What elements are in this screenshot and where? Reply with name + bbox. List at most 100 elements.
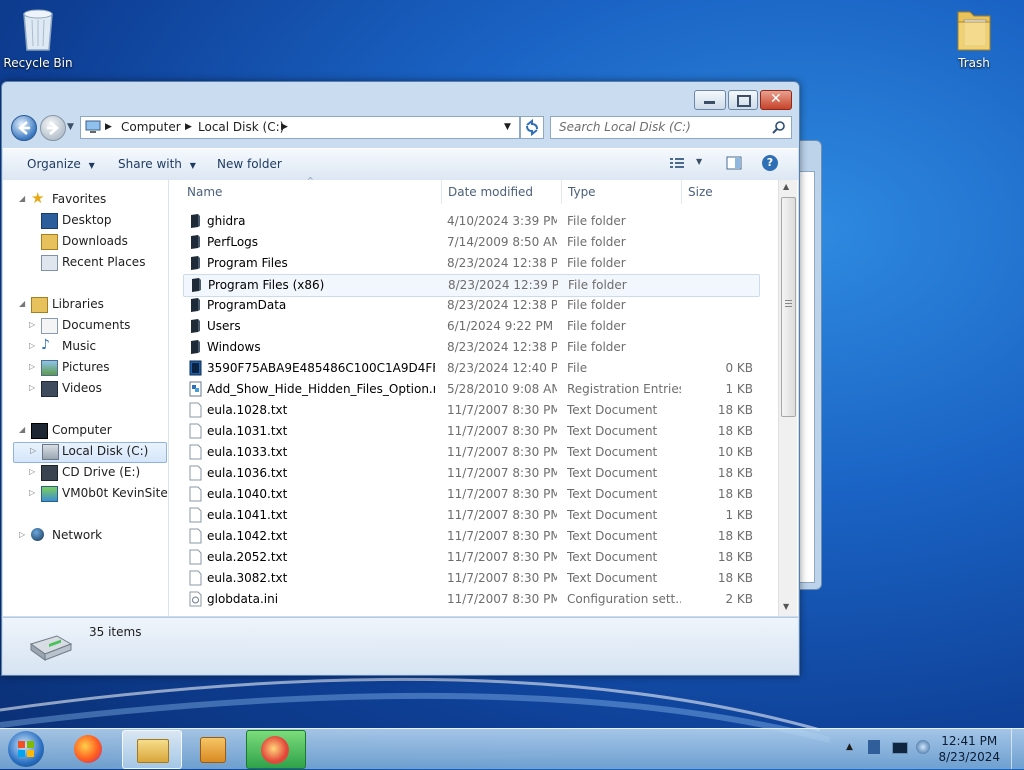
table-row[interactable]: eula.2052.txt 11/7/2007 8:30 PM Text Docum…	[183, 547, 758, 568]
table-row[interactable]: globdata.ini 11/7/2007 8:30 PM Configurati…	[183, 589, 758, 610]
table-row[interactable]: ProgramData 8/23/2024 12:38 PM File folder	[183, 295, 758, 316]
new-folder-label: New folder	[217, 157, 282, 171]
taskbar-explorer[interactable]	[122, 730, 182, 769]
computer-icon	[85, 120, 101, 133]
minimize-button[interactable]	[694, 90, 726, 110]
collapse-arrow-icon[interactable]: ▷	[29, 467, 35, 476]
show-desktop-button[interactable]	[1011, 729, 1024, 769]
trash-desktop-icon[interactable]: Trash	[939, 6, 1009, 70]
file-size: 10 KB	[717, 445, 753, 459]
computer-icon	[31, 423, 48, 439]
breadcrumb-local-disk[interactable]: Local Disk (C:)	[198, 120, 284, 134]
table-row[interactable]: eula.3082.txt 11/7/2007 8:30 PM Text Docum…	[183, 568, 758, 589]
file-name: ghidra	[207, 214, 246, 228]
new-folder-button[interactable]: New folder	[217, 157, 282, 171]
file-type: File folder	[567, 256, 626, 270]
vertical-scrollbar[interactable]: ▲ ▼	[778, 180, 797, 616]
collapse-arrow-icon[interactable]: ▷	[29, 383, 35, 392]
file-type: File folder	[567, 214, 626, 228]
nav-pictures-label: Pictures	[62, 360, 110, 374]
share-with-menu[interactable]: Share with ▼	[118, 157, 196, 171]
drive-icon	[29, 635, 73, 661]
collapse-arrow-icon[interactable]: ▷	[29, 488, 35, 497]
file-type: Text Document	[567, 571, 658, 585]
address-bar[interactable]: ▶ Computer ▶ Local Disk (C:) ▶ ▼	[80, 116, 520, 139]
details-view-icon	[670, 158, 684, 168]
search-input[interactable]: Search Local Disk (C:)	[550, 116, 792, 139]
file-date-modified: 11/7/2007 8:30 PM	[447, 550, 557, 564]
back-button[interactable]	[11, 115, 37, 141]
search-placeholder: Search Local Disk (C:)	[559, 120, 691, 134]
config-file-icon	[189, 591, 202, 607]
start-button[interactable]	[8, 731, 44, 767]
folder-icon	[189, 255, 202, 271]
help-button[interactable]: ?	[762, 155, 778, 171]
column-header-type[interactable]: Type	[562, 180, 682, 204]
file-type: Configuration sett...	[567, 592, 681, 606]
table-row[interactable]: Users 6/1/2024 9:22 PM File folder	[183, 316, 758, 337]
nav-local-disk[interactable]: ▷ Local Disk (C:)	[13, 442, 167, 463]
table-row[interactable]: eula.1031.txt 11/7/2007 8:30 PM Text Docum…	[183, 421, 758, 442]
column-header-date-modified[interactable]: Date modified	[442, 180, 562, 204]
display-icon[interactable]	[892, 742, 908, 754]
network-tray-icon[interactable]	[916, 740, 930, 754]
column-header-size[interactable]: Size	[682, 180, 762, 204]
scrollbar-thumb[interactable]	[781, 197, 796, 417]
file-size: 1 KB	[725, 508, 753, 522]
expand-arrow-icon[interactable]: ◢	[19, 194, 25, 203]
nav-local-disk-label: Local Disk (C:)	[62, 444, 149, 458]
collapse-arrow-icon[interactable]: ▷	[19, 530, 25, 539]
refresh-button[interactable]	[520, 116, 544, 139]
file-type: Text Document	[567, 529, 658, 543]
collapse-arrow-icon[interactable]: ▷	[29, 362, 35, 371]
show-hidden-icons-icon[interactable]: ▲	[846, 742, 853, 752]
table-row[interactable]: Program Files 8/23/2024 12:38 PM File fold…	[183, 253, 758, 274]
preview-pane-button[interactable]	[726, 156, 742, 173]
file-date-modified: 8/23/2024 12:38 PM	[447, 298, 557, 312]
table-row[interactable]: Windows 8/23/2024 12:38 PM File folder	[183, 337, 758, 358]
table-row[interactable]: eula.1040.txt 11/7/2007 8:30 PM Text Docum…	[183, 484, 758, 505]
collapse-arrow-icon[interactable]: ▷	[29, 320, 35, 329]
close-button[interactable]: ✕	[760, 90, 792, 110]
system-clock[interactable]: 12:41 PM 8/23/2024	[938, 733, 1000, 765]
close-icon: ✕	[770, 91, 782, 107]
recent-pages-chevron-icon[interactable]: ▼	[67, 122, 74, 132]
table-row[interactable]: eula.1042.txt 11/7/2007 8:30 PM Text Docum…	[183, 526, 758, 547]
expand-arrow-icon[interactable]: ◢	[19, 425, 25, 434]
table-row[interactable]: eula.1041.txt 11/7/2007 8:30 PM Text Docum…	[183, 505, 758, 526]
taskbar-app-active[interactable]	[246, 730, 306, 769]
breadcrumb-computer[interactable]: Computer	[121, 120, 181, 134]
scroll-up-arrow-icon[interactable]: ▲	[783, 182, 789, 191]
nav-libraries-label: Libraries	[52, 297, 104, 311]
action-center-icon[interactable]	[868, 740, 880, 754]
maximize-button[interactable]	[728, 90, 758, 110]
table-row[interactable]: eula.1033.txt 11/7/2007 8:30 PM Text Docum…	[183, 442, 758, 463]
collapse-arrow-icon[interactable]: ▷	[30, 446, 36, 455]
forward-button[interactable]	[40, 115, 66, 141]
scroll-down-arrow-icon[interactable]: ▼	[783, 602, 789, 611]
table-row[interactable]: Program Files (x86) 8/23/2024 12:39 PM Fil…	[183, 274, 760, 297]
content-area: ◢ ★ Favorites Desktop Downloads Recent P…	[3, 176, 798, 616]
table-row[interactable]: PerfLogs 7/14/2009 8:50 AM File folder	[183, 232, 758, 253]
address-dropdown-icon[interactable]: ▼	[504, 122, 511, 132]
view-options-button[interactable]: ▼	[669, 156, 709, 172]
search-icon[interactable]	[772, 120, 786, 134]
organize-menu[interactable]: Organize ▼	[27, 157, 95, 171]
taskbar-firefox[interactable]	[60, 730, 118, 767]
file-date-modified: 11/7/2007 8:30 PM	[447, 466, 557, 480]
nav-downloads-label: Downloads	[62, 234, 128, 248]
recycle-bin-icon	[18, 6, 58, 52]
file-date-modified: 7/14/2009 8:50 AM	[447, 235, 557, 249]
table-row[interactable]: 3590F75ABA9E485486C100C1A9D4FF06CI... 8/2…	[183, 358, 758, 379]
file-type: File folder	[567, 340, 626, 354]
taskbar-media-player[interactable]	[184, 730, 242, 767]
column-header-name[interactable]: Name ^	[181, 176, 442, 204]
expand-arrow-icon[interactable]: ◢	[19, 299, 25, 308]
table-row[interactable]: Add_Show_Hide_Hidden_Files_Option.reg 5/2…	[183, 379, 758, 400]
table-row[interactable]: eula.1036.txt 11/7/2007 8:30 PM Text Docum…	[183, 463, 758, 484]
table-row[interactable]: ghidra 4/10/2024 3:39 PM File folder	[183, 211, 758, 232]
collapse-arrow-icon[interactable]: ▷	[29, 341, 35, 350]
recycle-bin-desktop-icon[interactable]: Recycle Bin	[3, 6, 73, 70]
table-row[interactable]: eula.1028.txt 11/7/2007 8:30 PM Text Docum…	[183, 400, 758, 421]
folder-icon	[954, 6, 994, 52]
